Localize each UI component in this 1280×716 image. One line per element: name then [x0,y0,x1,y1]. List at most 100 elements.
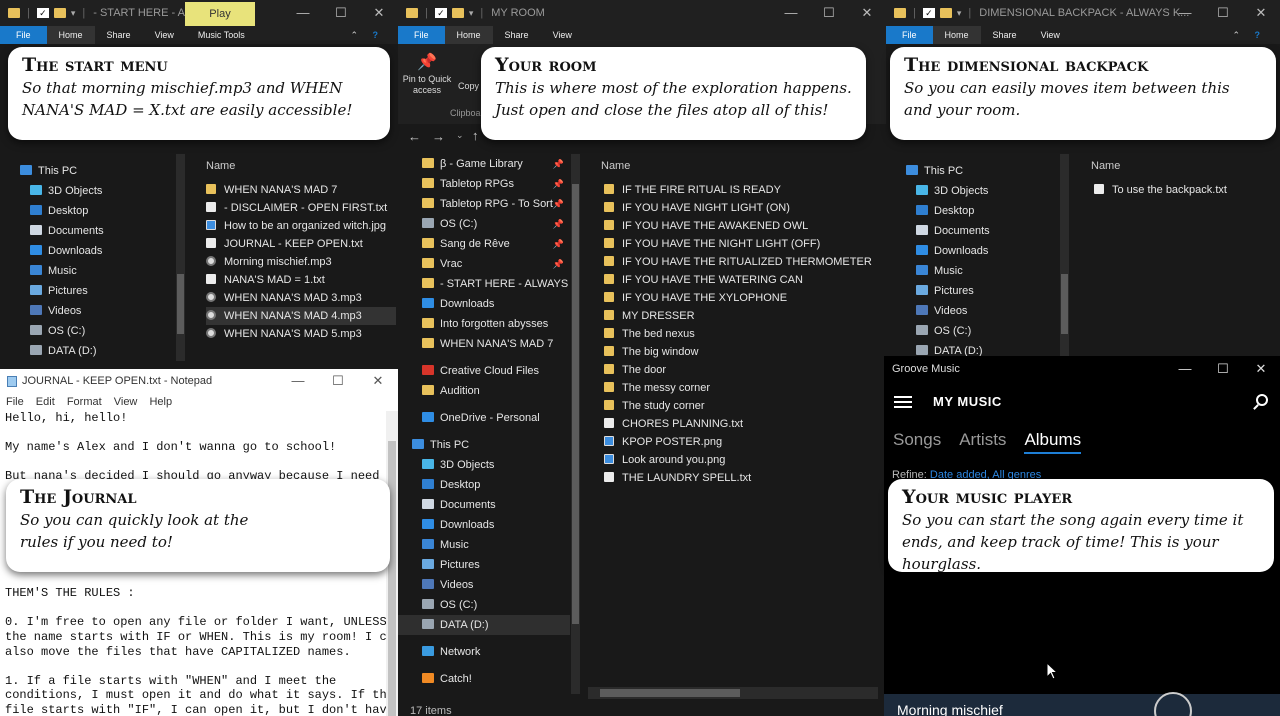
help-icon[interactable]: ? [1243,26,1273,44]
close-icon[interactable]: ✕ [358,369,398,393]
nav-item[interactable]: OS (C:) [398,595,570,615]
nav-item[interactable]: Desktop [886,201,1058,221]
back-icon[interactable]: ← [408,129,421,144]
tab-music-tools[interactable]: Music Tools [186,26,257,44]
horizontal-scrollbar[interactable] [588,687,878,699]
minimize-icon[interactable]: — [278,369,318,393]
nav-item[interactable]: Downloads [398,294,570,314]
list-item[interactable]: IF YOU HAVE NIGHT LIGHT (ON) [604,199,874,217]
maximize-icon[interactable]: ☐ [1204,356,1242,382]
minimize-icon[interactable]: — [1166,356,1204,382]
nav-item[interactable]: Pictures [886,281,1058,301]
maximize-icon[interactable]: ☐ [810,0,848,26]
play-pause-button[interactable] [1154,692,1192,716]
nav-item[interactable]: Videos [398,575,570,595]
nav-item[interactable]: OS (C:) [886,321,1058,341]
nav-item[interactable]: Documents [0,221,175,241]
nav-item[interactable]: This PC [0,161,175,181]
column-header-name[interactable]: Name [601,160,630,172]
nav-item[interactable]: OneDrive - Personal [398,408,570,428]
menu-view[interactable]: View [114,396,138,408]
minimize-icon[interactable]: — [1166,0,1204,26]
nav-item[interactable]: OS (C:) 📌 [398,214,570,234]
list-item[interactable]: WHEN NANA'S MAD 4.mp3 [206,307,396,325]
tab-home[interactable]: Home [932,26,981,44]
nav-item[interactable]: WHEN NANA'S MAD 7 [398,334,570,354]
maximize-icon[interactable]: ☐ [322,0,360,26]
list-item[interactable]: Morning mischief.mp3 [206,253,396,271]
nav-item[interactable]: Vrac 📌 [398,254,570,274]
list-item[interactable]: The messy corner [604,379,874,397]
list-item[interactable]: IF YOU HAVE THE XYLOPHONE [604,289,874,307]
chevron-down-icon[interactable]: ⌄ [456,130,464,141]
copy-button[interactable]: Copy [458,81,479,91]
list-item[interactable]: The bed nexus [604,325,874,343]
close-icon[interactable]: ✕ [360,0,398,26]
now-playing-title[interactable]: Morning mischief [897,702,1003,716]
nav-item[interactable]: OS (C:) [0,321,175,341]
nav-item[interactable]: 3D Objects [886,181,1058,201]
nav-item[interactable]: Downloads [886,241,1058,261]
nav-item[interactable]: DATA (D:) [0,341,175,361]
list-item[interactable]: The door [604,361,874,379]
nav-item[interactable]: β - Game Library 📌 [398,154,570,174]
chevron-down-icon[interactable]: ▾ [957,8,962,19]
properties-icon[interactable]: ✓ [922,8,935,18]
hamburger-menu-icon[interactable] [894,396,912,408]
list-item[interactable]: JOURNAL - KEEP OPEN.txt [206,235,396,253]
tab-home[interactable]: Home [444,26,493,44]
maximize-icon[interactable]: ☐ [1204,0,1242,26]
tab-share[interactable]: Share [95,26,143,44]
nav-item[interactable]: Tabletop RPGs 📌 [398,174,570,194]
list-item[interactable]: WHEN NANA'S MAD 7 [206,181,396,199]
tab-view[interactable]: View [143,26,186,44]
list-item[interactable]: WHEN NANA'S MAD 5.mp3 [206,325,396,343]
minimize-icon[interactable]: — [772,0,810,26]
nav-item[interactable]: Videos [886,301,1058,321]
list-item[interactable]: The big window [604,343,874,361]
nav-item[interactable]: Desktop [398,475,570,495]
close-icon[interactable]: ✕ [848,0,886,26]
list-item[interactable]: WHEN NANA'S MAD 3.mp3 [206,289,396,307]
properties-icon[interactable]: ✓ [434,8,447,18]
new-folder-icon[interactable] [451,8,464,18]
nav-item[interactable]: Downloads [0,241,175,261]
menu-help[interactable]: Help [149,396,172,408]
play-tab[interactable]: Play [185,2,255,26]
list-item[interactable]: CHORES PLANNING.txt [604,415,874,433]
nav-item[interactable]: Sang de Rêve 📌 [398,234,570,254]
nav-item[interactable]: Network [398,642,570,662]
list-item[interactable]: IF YOU HAVE THE WATERING CAN [604,271,874,289]
column-header-name[interactable]: Name [206,160,235,172]
close-icon[interactable]: ✕ [1242,356,1280,382]
list-item[interactable]: How to be an organized witch.jpg [206,217,396,235]
nav-item[interactable]: 3D Objects [0,181,175,201]
nav-scrollbar[interactable] [571,154,580,694]
nav-item[interactable]: Pictures [0,281,175,301]
nav-item[interactable]: Downloads [398,515,570,535]
menu-edit[interactable]: Edit [36,396,55,408]
tab-artists[interactable]: Artists [959,430,1006,454]
menu-format[interactable]: Format [67,396,102,408]
menu-file[interactable]: File [6,396,24,408]
close-icon[interactable]: ✕ [1242,0,1280,26]
up-icon[interactable]: ↑ [472,128,479,143]
nav-item[interactable]: This PC [398,435,570,455]
nav-item[interactable]: Desktop [0,201,175,221]
list-item[interactable]: IF THE FIRE RITUAL IS READY [604,181,874,199]
list-item[interactable]: NANA'S MAD = 1.txt [206,271,396,289]
chevron-down-icon[interactable]: ▾ [71,8,76,19]
nav-item[interactable]: Catch! [398,669,570,689]
nav-item[interactable]: Music [886,261,1058,281]
list-item[interactable]: KPOP POSTER.png [604,433,874,451]
list-item[interactable]: THE LAUNDRY SPELL.txt [604,469,874,487]
list-item[interactable]: - DISCLAIMER - OPEN FIRST.txt [206,199,396,217]
title-bar[interactable]: JOURNAL - KEEP OPEN.txt - Notepad — ☐ ✕ [0,369,398,393]
nav-item[interactable]: Creative Cloud Files [398,361,570,381]
properties-icon[interactable]: ✓ [36,8,49,18]
help-icon[interactable]: ? [361,26,391,44]
tab-file[interactable]: File [886,26,933,44]
tab-file[interactable]: File [398,26,445,44]
column-header-name[interactable]: Name [1091,160,1120,172]
nav-scrollbar[interactable] [176,154,185,361]
